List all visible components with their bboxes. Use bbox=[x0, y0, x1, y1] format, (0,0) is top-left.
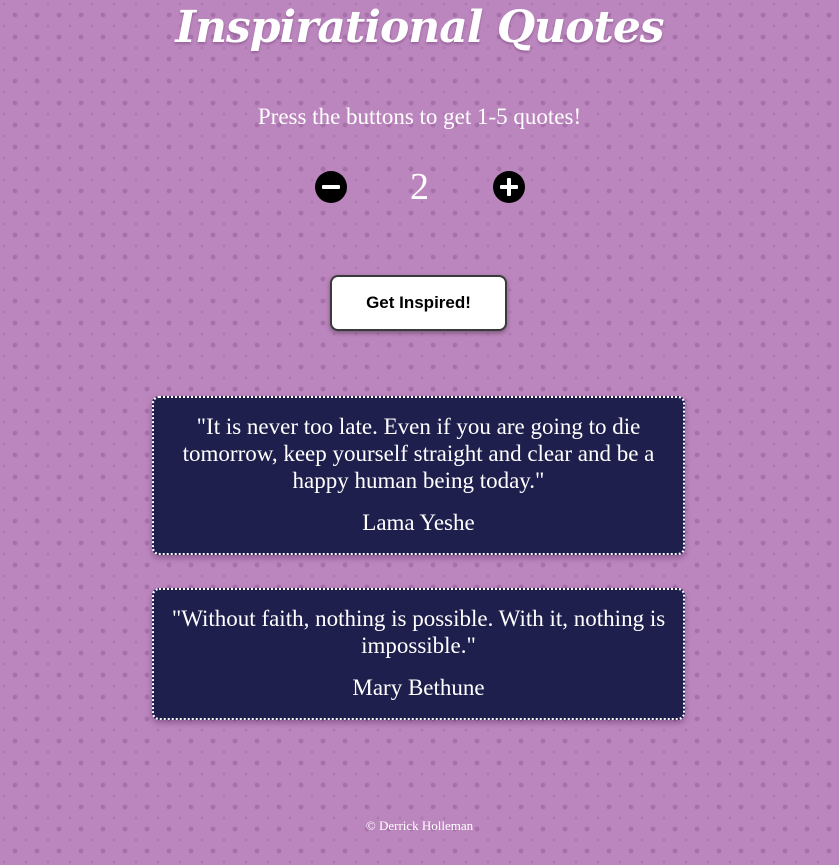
quote-count-value: 2 bbox=[410, 166, 429, 208]
get-inspired-button[interactable]: Get Inspired! bbox=[330, 275, 507, 331]
quote-author: Lama Yeshe bbox=[362, 510, 475, 535]
quote-text: "It is never too late. Even if you are g… bbox=[182, 414, 655, 493]
decrement-button[interactable] bbox=[314, 171, 347, 203]
instructions-text: Press the buttons to get 1-5 quotes! bbox=[257, 104, 582, 129]
increment-button[interactable] bbox=[492, 171, 525, 203]
footer-copyright: © Derrick Holleman bbox=[365, 818, 474, 833]
quote-count-stepper: 2 bbox=[0, 164, 839, 210]
quote-author: Mary Bethune bbox=[352, 675, 485, 700]
quote-card: "It is never too late. Even if you are g… bbox=[152, 396, 685, 555]
quote-card: "Without faith, nothing is possible. Wit… bbox=[152, 588, 685, 720]
page-title: Inspirational Quotes bbox=[175, 2, 664, 53]
quote-text: "Without faith, nothing is possible. Wit… bbox=[171, 606, 666, 658]
